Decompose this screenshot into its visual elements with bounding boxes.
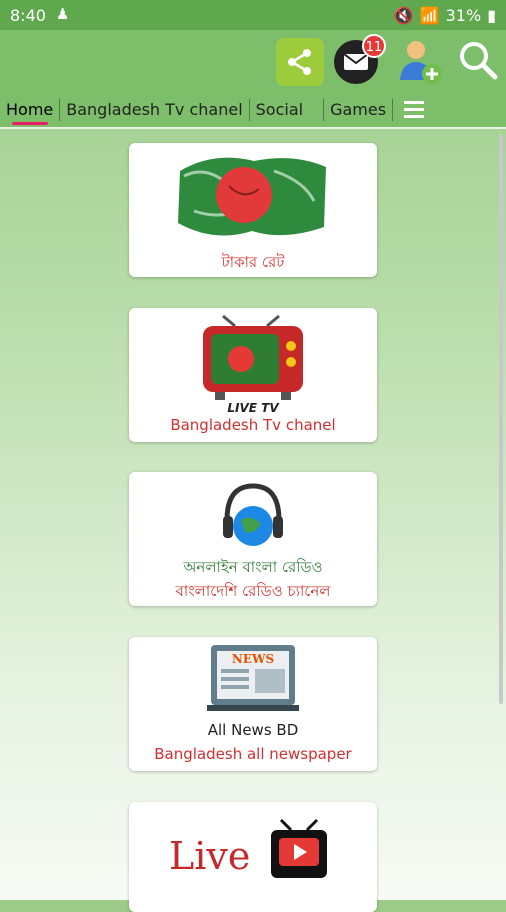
wifi-icon: 📶 xyxy=(419,6,440,25)
share-button[interactable] xyxy=(276,38,324,86)
battery-icon: ▮ xyxy=(487,6,496,25)
tab-games[interactable]: Games xyxy=(324,99,394,121)
card-label: Bangladesh Tv chanel xyxy=(170,416,336,434)
appbar-divider xyxy=(0,127,506,129)
card-newspaper[interactable]: NEWS All News BD Bangladesh all newspape… xyxy=(129,637,377,771)
notification-badge: 11 xyxy=(362,34,386,58)
card-label: Bangladesh all newspaper xyxy=(154,745,352,763)
status-time: 8:40 xyxy=(10,6,46,25)
tab-bar: Home Bangladesh Tv chanel Social Games xyxy=(0,94,506,126)
card-label-line1: অনলাইন বাংলা রেডিও xyxy=(183,558,323,576)
add-user-icon xyxy=(400,41,442,84)
mail-icon xyxy=(343,53,369,70)
live-tv-icon: LIVE TV xyxy=(203,314,303,414)
card-label-line2: বাংলাদেশি রেডিও চ্যানেল xyxy=(175,582,331,600)
bangladesh-flag-icon xyxy=(178,157,326,236)
scrollbar[interactable] xyxy=(499,134,503,704)
news-text: NEWS xyxy=(232,652,274,666)
add-user-button[interactable] xyxy=(398,38,444,86)
live-youtube-tv-icon xyxy=(271,818,327,878)
share-icon xyxy=(288,49,311,75)
card-online-radio[interactable]: অনলাইন বাংলা রেডিও বাংলাদেশি রেডিও চ্যান… xyxy=(129,472,377,606)
battery-text: 31% xyxy=(445,6,482,25)
radio-headphones-icon xyxy=(223,483,283,546)
card-live[interactable]: Live xyxy=(129,802,377,912)
tab-social[interactable]: Social xyxy=(250,99,325,121)
tab-home[interactable]: Home xyxy=(0,99,61,121)
live-tv-text: LIVE TV xyxy=(227,401,280,414)
status-bar: 8:40 ♟ 🔇 📶 31% ▮ xyxy=(0,0,506,30)
search-icon xyxy=(460,42,498,80)
card-taka-rate[interactable]: টাকার রেট xyxy=(129,143,377,277)
menu-icon xyxy=(404,101,424,104)
brand-label: All News BD xyxy=(207,721,299,739)
mute-icon: 🔇 xyxy=(393,6,414,25)
card-label: টাকার রেট xyxy=(221,253,285,271)
tab-bangladesh-tv[interactable]: Bangladesh Tv chanel xyxy=(60,99,250,121)
menu-button[interactable] xyxy=(404,97,424,119)
notification-icon: ♟ xyxy=(56,5,70,23)
news-monitor-icon: NEWS xyxy=(207,645,299,711)
live-label: Live xyxy=(169,834,251,878)
card-bangladesh-tv[interactable]: LIVE TV Bangladesh Tv chanel xyxy=(129,308,377,442)
search-button[interactable] xyxy=(458,40,498,80)
status-right: 🔇 📶 31% ▮ xyxy=(394,6,496,25)
active-tab-indicator xyxy=(12,122,48,125)
